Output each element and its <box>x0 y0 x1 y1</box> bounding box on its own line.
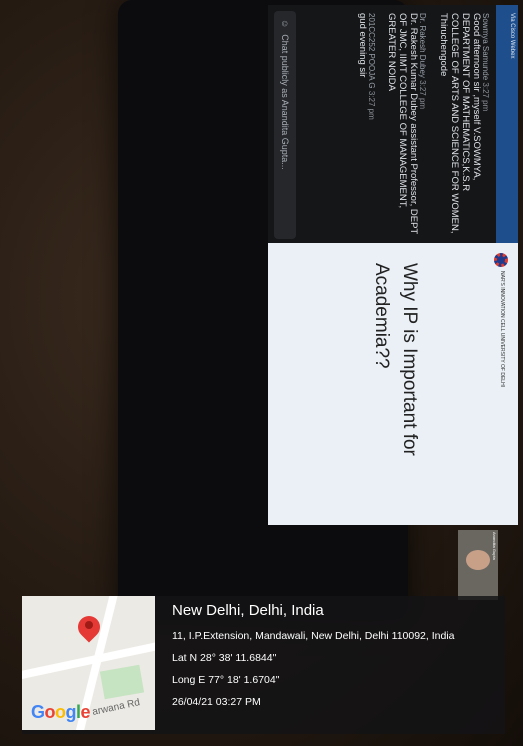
chat-message: 201CC252 POOJA G 3:27 pm gud evening sir <box>356 13 376 237</box>
emoji-icon[interactable]: ☺ <box>280 19 290 28</box>
geotag-overlay: arwana Rd Google New Delhi, Delhi, India… <box>22 596 505 734</box>
chat-text: Good afternoon sir ,myself V.SOWMYA, DEP… <box>438 13 482 234</box>
geotag-city: New Delhi, Delhi, India <box>172 602 324 619</box>
geotag-latitude: Lat N 28° 38' 11.6844" <box>172 652 277 664</box>
chat-header: Via Cisco Webex <box>496 5 518 245</box>
geotag-datetime: 26/04/21 03:27 PM <box>172 696 261 708</box>
chat-sender: 201CC252 POOJA G <box>366 13 376 89</box>
gear-logo-icon <box>494 253 508 267</box>
chat-sender: Sowmya Samunde <box>481 13 490 81</box>
slide-title-line1: Why IP is Important for <box>399 263 420 456</box>
participant-face <box>466 550 490 570</box>
chat-list: Sowmya Samunde 3:27 pm Good afternoon si… <box>340 5 496 245</box>
chat-input[interactable]: ☺ Chat publicly as Anandita Gupta... <box>274 11 296 239</box>
presentation-slide: NAR'S INNOVATION CELL UNIVERSITY OF DELH… <box>268 243 518 525</box>
map-road-label: arwana Rd <box>91 697 141 718</box>
chat-time: 3:27 pm <box>366 90 376 120</box>
chat-message: Sowmya Samunde 3:27 pm Good afternoon si… <box>437 13 490 237</box>
google-logo: Google <box>31 702 91 722</box>
chat-sender: Dr. Rakesh Dubey <box>418 13 428 78</box>
photo-scene: Via Cisco Webex Sowmya Samunde 3:27 pm G… <box>0 0 523 746</box>
chat-panel: Via Cisco Webex Sowmya Samunde 3:27 pm G… <box>268 5 518 245</box>
slide-title: Why IP is Important for Academia?? <box>368 263 423 456</box>
geotag-text: New Delhi, Delhi, India 11, I.P.Extensio… <box>172 602 455 718</box>
slide-title-line2: Academia?? <box>371 263 393 369</box>
chat-message: Dr. Rakesh Dubey 3:27 pm Dr. Rakesh Kuma… <box>386 13 428 237</box>
chat-input-placeholder: Chat publicly as Anandita Gupta... <box>280 34 290 170</box>
chat-text: gud evening sir <box>356 13 368 78</box>
chat-time: 3:27 pm <box>418 80 428 110</box>
map-thumbnail: arwana Rd Google <box>22 596 155 730</box>
map-park <box>99 664 145 700</box>
chat-time: 3:27 pm <box>481 82 490 112</box>
rotated-meeting-view: Via Cisco Webex Sowmya Samunde 3:27 pm G… <box>238 5 518 605</box>
phone-screen: Via Cisco Webex Sowmya Samunde 3:27 pm G… <box>118 0 518 620</box>
chat-text: Dr. Rakesh Kumar Dubey assistant Profess… <box>386 13 420 235</box>
geotag-address: 11, I.P.Extension, Mandawali, New Delhi,… <box>172 630 455 642</box>
slide-logo: NAR'S INNOVATION CELL UNIVERSITY OF DELH… <box>494 253 508 387</box>
webcam-label: Anandita Gupta <box>492 532 497 560</box>
geotag-longitude: Long E 77° 18' 1.6704" <box>172 674 280 686</box>
location-pin-dot <box>85 621 93 629</box>
webcam-thumbnail[interactable]: Anandita Gupta <box>458 530 498 600</box>
logo-text: NAR'S INNOVATION CELL UNIVERSITY OF DELH… <box>498 271 505 388</box>
